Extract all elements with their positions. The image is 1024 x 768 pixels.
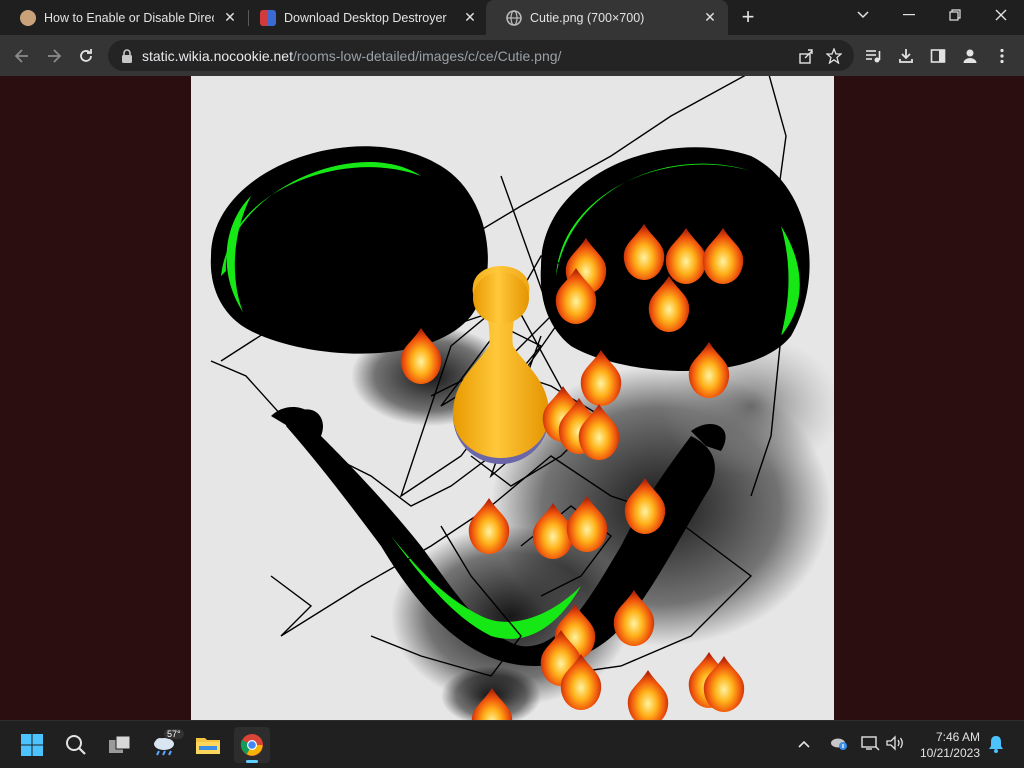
- tab-desktop-destroyer[interactable]: Download Desktop Destroyer ✕: [240, 0, 488, 35]
- minimize-button[interactable]: [886, 0, 932, 30]
- notification-bell-icon[interactable]: [988, 735, 1004, 756]
- task-view-icon: [109, 735, 131, 753]
- tab-title: How to Enable or Disable Direct: [44, 10, 214, 25]
- arrow-left-icon: [14, 49, 28, 63]
- tab-title: Download Desktop Destroyer: [284, 10, 447, 25]
- reload-button[interactable]: [72, 42, 100, 70]
- globe-icon: [506, 9, 522, 26]
- bookmark-star-icon[interactable]: [824, 46, 844, 66]
- media-control-icon[interactable]: [863, 45, 885, 67]
- download-icon[interactable]: [895, 45, 917, 67]
- close-tab-icon[interactable]: ✕: [222, 9, 238, 25]
- site-favicon: [20, 9, 36, 26]
- folder-icon: [196, 738, 220, 754]
- start-button[interactable]: [14, 727, 50, 763]
- close-tab-icon[interactable]: ✕: [462, 9, 478, 25]
- clock-date: 10/21/2023: [919, 746, 980, 760]
- cutie-image[interactable]: [191, 76, 834, 720]
- menu-kebab-icon[interactable]: [991, 45, 1013, 67]
- lock-icon[interactable]: [120, 48, 134, 64]
- reload-icon: [80, 49, 92, 62]
- left-eye: [210, 146, 488, 354]
- back-button[interactable]: [8, 42, 36, 70]
- chrome-taskbar-button[interactable]: [234, 727, 270, 763]
- url-path: /rooms-low-detailed/images/c/ce/Cutie.pn…: [292, 48, 562, 64]
- address-bar[interactable]: static.wikia.nocookie.net/rooms-low-deta…: [108, 40, 854, 71]
- clock-time: 7:46 AM: [935, 730, 980, 744]
- clock[interactable]: 7:46 AM 10/21/2023: [920, 729, 980, 761]
- forward-button[interactable]: [40, 42, 68, 70]
- tab-how-to-enable[interactable]: How to Enable or Disable Direct ✕: [0, 0, 248, 35]
- weather-temperature: 57°: [164, 729, 184, 739]
- windows-logo-icon: [21, 734, 43, 756]
- chevron-up-icon: [798, 740, 810, 748]
- site-favicon: [260, 9, 276, 26]
- arrow-right-icon: [48, 49, 62, 63]
- close-tab-icon[interactable]: ✕: [702, 9, 718, 25]
- close-icon: [995, 9, 1007, 21]
- tab-cutie-png[interactable]: Cutie.png (700×700) ✕: [486, 0, 728, 35]
- network-icon[interactable]: [860, 735, 880, 754]
- restore-button[interactable]: [932, 0, 978, 30]
- flame: [627, 670, 669, 720]
- image-viewer: [0, 76, 1024, 720]
- windows-taskbar: 57° 7:46 AM 10/21/2023: [0, 720, 1024, 768]
- search-icon: [66, 735, 86, 755]
- search-button[interactable]: [58, 727, 94, 763]
- close-window-button[interactable]: [978, 0, 1024, 30]
- tab-strip: How to Enable or Disable Direct ✕ Downlo…: [0, 0, 1024, 35]
- url-host: static.wikia.nocookie.net: [142, 48, 293, 64]
- tab-search-button[interactable]: [840, 0, 886, 30]
- browser-toolbar: static.wikia.nocookie.net/rooms-low-deta…: [0, 35, 1024, 76]
- show-hidden-icons-button[interactable]: [798, 735, 810, 751]
- cutie-face-drawing: [210, 76, 834, 720]
- active-indicator: [246, 760, 258, 763]
- file-explorer-button[interactable]: [190, 727, 226, 763]
- minimize-icon: [903, 14, 915, 16]
- side-panel-icon[interactable]: [927, 45, 949, 67]
- url-text[interactable]: static.wikia.nocookie.net/rooms-low-deta…: [142, 48, 561, 64]
- tab-title: Cutie.png (700×700): [530, 10, 645, 25]
- new-tab-button[interactable]: +: [736, 6, 760, 30]
- volume-icon[interactable]: [885, 735, 905, 754]
- chrome-icon: [240, 734, 263, 756]
- task-view-button[interactable]: [102, 727, 138, 763]
- share-icon[interactable]: [796, 46, 816, 66]
- profile-icon[interactable]: [959, 45, 981, 67]
- chevron-down-icon: [857, 11, 869, 19]
- onedrive-icon[interactable]: [829, 735, 849, 754]
- restore-icon: [949, 9, 961, 21]
